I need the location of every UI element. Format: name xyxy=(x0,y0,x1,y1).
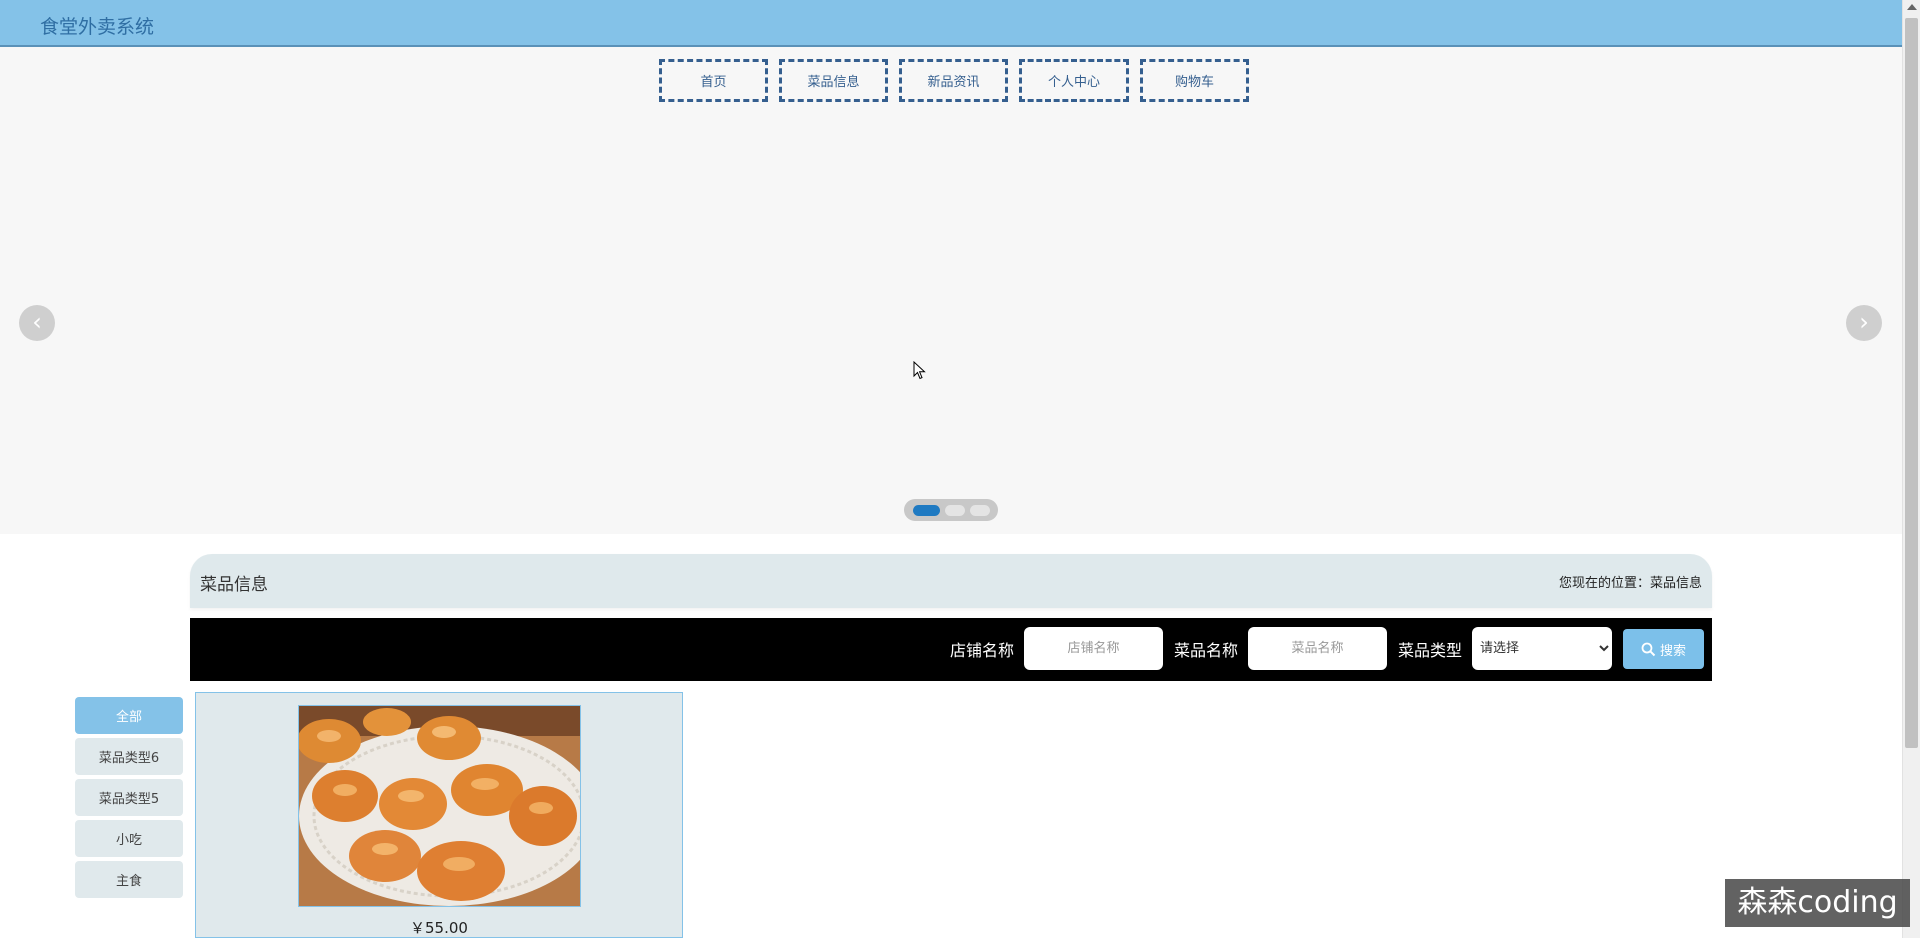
carousel-dot-3[interactable] xyxy=(969,504,990,516)
section-title: 菜品信息 xyxy=(200,575,268,595)
nav-item-dishes[interactable]: 菜品信息 xyxy=(779,59,888,102)
dish-type-label: 菜品类型 xyxy=(1398,640,1463,660)
shop-search-group: 店铺名称 xyxy=(950,627,1164,670)
breadcrumb: 您现在的位置：菜品信息 xyxy=(1558,576,1702,591)
nav-item-news[interactable]: 新品资讯 xyxy=(899,59,1008,102)
vertical-scrollbar[interactable] xyxy=(1902,0,1920,938)
carousel-prev-button[interactable]: ‹ xyxy=(19,305,55,341)
product-card[interactable]: ￥55.00 xyxy=(195,692,683,938)
chicken-wings-image xyxy=(299,706,580,906)
chevron-left-icon: ‹ xyxy=(32,308,42,336)
scroll-up-arrow-icon[interactable] xyxy=(1907,4,1917,10)
carousel-dot-2[interactable] xyxy=(944,504,965,516)
carousel-banner: 首页 菜品信息 新品资讯 个人中心 购物车 ‹ › xyxy=(0,47,1902,534)
search-bar: 店铺名称 菜品名称 菜品类型 请选择 搜索 xyxy=(190,618,1712,681)
scroll-thumb[interactable] xyxy=(1905,18,1918,748)
shop-name-input[interactable] xyxy=(1024,627,1164,670)
mouse-cursor-icon xyxy=(913,361,926,380)
nav-item-profile[interactable]: 个人中心 xyxy=(1019,59,1129,102)
category-all[interactable]: 全部 xyxy=(75,697,183,734)
dish-type-select[interactable]: 请选择 xyxy=(1472,627,1613,670)
category-list: 全部 菜品类型6 菜品类型5 小吃 主食 xyxy=(75,697,185,902)
product-image-chicken-wings[interactable] xyxy=(298,705,581,907)
category-snacks[interactable]: 小吃 xyxy=(75,820,183,857)
type-search-group: 菜品类型 请选择 xyxy=(1398,627,1613,670)
dish-search-group: 菜品名称 xyxy=(1174,627,1388,670)
search-button-label: 搜索 xyxy=(1659,643,1686,659)
section-header: 菜品信息 您现在的位置：菜品信息 xyxy=(190,554,1712,608)
product-price: ￥55.00 xyxy=(410,919,468,937)
carousel-next-button[interactable]: › xyxy=(1846,305,1882,341)
shop-name-label: 店铺名称 xyxy=(950,640,1015,660)
category-type5[interactable]: 菜品类型5 xyxy=(75,779,183,816)
app-title: 食堂外卖系统 xyxy=(40,16,155,38)
app-header: 食堂外卖系统 xyxy=(0,0,1902,47)
carousel-dot-1[interactable] xyxy=(912,504,940,516)
search-button[interactable]: 搜索 xyxy=(1623,629,1704,669)
category-staple[interactable]: 主食 xyxy=(75,861,183,898)
chevron-right-icon: › xyxy=(1859,308,1869,336)
search-icon xyxy=(1641,642,1656,656)
watermark: 森森coding xyxy=(1725,879,1910,927)
nav-item-cart[interactable]: 购物车 xyxy=(1140,59,1249,102)
main-nav: 首页 菜品信息 新品资讯 个人中心 购物车 xyxy=(659,59,1249,102)
category-type6[interactable]: 菜品类型6 xyxy=(75,738,183,775)
carousel-indicators xyxy=(904,499,998,521)
dish-name-input[interactable] xyxy=(1248,627,1388,670)
nav-item-home[interactable]: 首页 xyxy=(659,59,768,102)
dish-name-label: 菜品名称 xyxy=(1174,640,1239,660)
